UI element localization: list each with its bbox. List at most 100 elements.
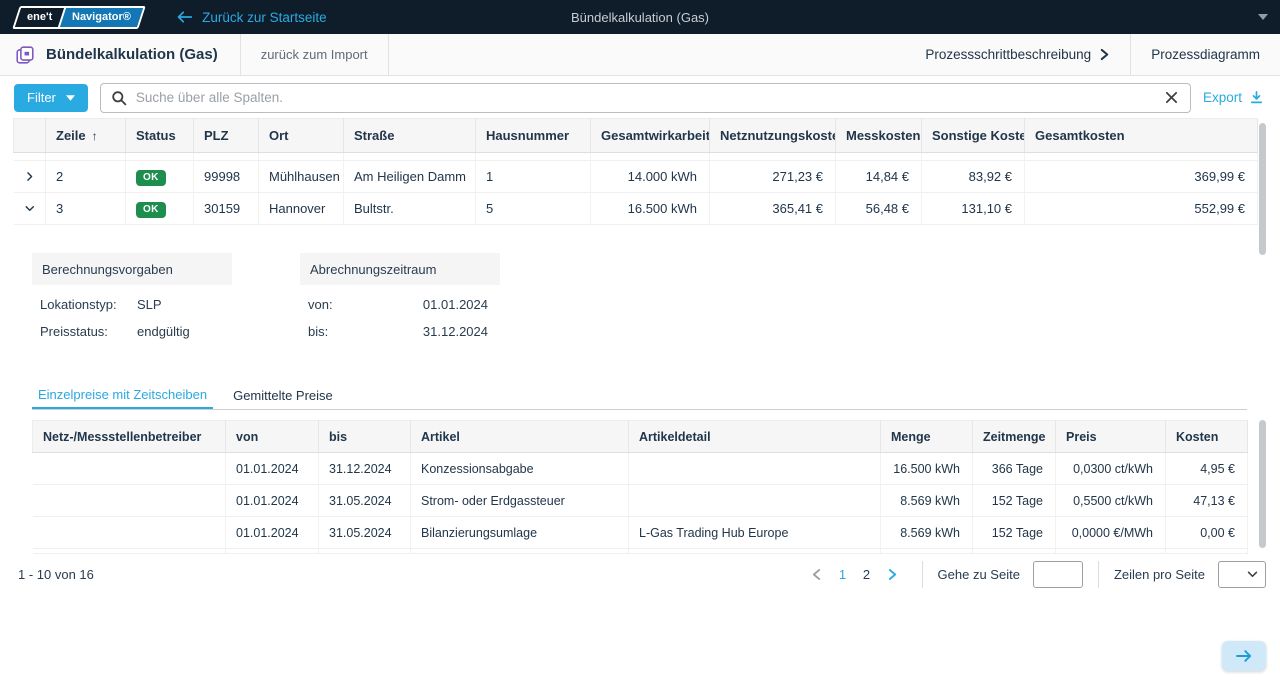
status-cell: OK xyxy=(126,161,194,193)
column-header-bis[interactable]: bis xyxy=(319,421,411,453)
artikeldetail-cell xyxy=(629,485,881,517)
price-table-header-row: Netz-/Messstellenbetreiber von bis Artik… xyxy=(33,421,1248,453)
status-badge: OK xyxy=(136,202,166,218)
price-row: 01.01.2024 31.05.2024 Strom- oder Erdgas… xyxy=(33,485,1248,517)
next-page-button[interactable] xyxy=(879,568,907,581)
detail-row: bis: 31.12.2024 xyxy=(300,318,500,345)
zeitmenge-cell: 366 Tage xyxy=(973,453,1056,485)
artikeldetail-cell xyxy=(629,453,881,485)
price-table-scrollbar[interactable] xyxy=(1259,420,1266,548)
preisstatus-label: Preisstatus: xyxy=(40,324,137,339)
column-header-von[interactable]: von xyxy=(226,421,319,453)
app-header: Bündelkalkulation (Gas) zurück zum Impor… xyxy=(0,34,1280,76)
column-header-strasse[interactable]: Straße xyxy=(344,119,476,153)
bis-value: 31.12.2024 xyxy=(423,324,488,339)
column-header-artikel[interactable]: Artikel xyxy=(411,421,629,453)
column-header-menge[interactable]: Menge xyxy=(881,421,973,453)
process-diagram-link[interactable]: Prozessdiagramm xyxy=(1131,34,1280,75)
detail-tabs: Einzelpreise mit Zeitscheiben Gemittelte… xyxy=(32,381,1247,410)
column-header-artikeldetail[interactable]: Artikeldetail xyxy=(629,421,881,453)
kosten-cell: 47,13 € xyxy=(1166,485,1248,517)
goto-page-input[interactable] xyxy=(1033,561,1083,588)
detail-row: Preisstatus: endgültig xyxy=(32,318,232,345)
page-title: Bündelkalkulation (Gas) xyxy=(46,46,218,63)
price-table: Netz-/Messstellenbetreiber von bis Artik… xyxy=(32,420,1248,554)
logo-enet: ene't xyxy=(15,8,64,27)
zeitmenge-cell: 152 Tage xyxy=(973,485,1056,517)
toolbar: Filter Export xyxy=(0,77,1280,118)
artikel-cell: Strom- oder Erdgassteuer xyxy=(411,485,629,517)
von-value: 01.01.2024 xyxy=(423,297,488,312)
back-to-start-link[interactable]: Zurück zur Startseite xyxy=(176,10,327,25)
bis-cell: 31.12.2024 xyxy=(319,453,411,485)
expander-cell xyxy=(14,161,46,193)
table-row[interactable]: 3 OK 30159 Hannover Bultstr. 5 16.500 kW… xyxy=(14,193,1258,225)
menge-cell: 8.569 kWh xyxy=(881,517,973,549)
rows-per-page-select[interactable] xyxy=(1218,561,1266,588)
page-button-1[interactable]: 1 xyxy=(831,567,855,582)
von-cell: 01.01.2024 xyxy=(226,517,319,549)
page-button-2[interactable]: 2 xyxy=(855,567,879,582)
enet-navigator-logo[interactable]: ene't Navigator® xyxy=(12,6,146,29)
detail-row: Lokationstyp: SLP xyxy=(32,291,232,318)
expander-column-header xyxy=(14,119,46,153)
column-header-plz[interactable]: PLZ xyxy=(194,119,259,153)
column-header-zeitmenge[interactable]: Zeitmenge xyxy=(973,421,1056,453)
messkosten-cell: 56,48 € xyxy=(836,193,922,225)
expander-cell xyxy=(14,193,46,225)
preis-cell: 0,0300 ct/kWh xyxy=(1056,453,1166,485)
column-header-netzbetreiber[interactable]: Netz-/Messstellenbetreiber xyxy=(33,421,226,453)
column-header-zeile[interactable]: Zeile↑ xyxy=(46,119,126,153)
plz-cell: 30159 xyxy=(194,193,259,225)
partial-row xyxy=(14,153,1258,161)
column-header-gesamtkosten[interactable]: Gesamtkosten xyxy=(1025,119,1258,153)
tab-gemittelte-preise[interactable]: Gemittelte Preise xyxy=(227,381,339,409)
column-header-status[interactable]: Status xyxy=(126,119,194,153)
sort-ascending-icon: ↑ xyxy=(92,129,98,143)
chevron-down-icon xyxy=(23,203,36,215)
column-header-sonstige-kosten[interactable]: Sonstige Kosten xyxy=(922,119,1025,153)
back-to-import-link[interactable]: zurück zum Import xyxy=(241,34,388,75)
main-table-scrollbar[interactable] xyxy=(1259,123,1266,255)
previous-page-button[interactable] xyxy=(803,568,831,581)
column-header-messkosten[interactable]: Messkosten xyxy=(836,119,922,153)
berechnungsvorgaben-panel: Berechnungsvorgaben Lokationstyp: SLP Pr… xyxy=(32,253,232,345)
results-table: Zeile↑ Status PLZ Ort Straße Hausnummer … xyxy=(13,118,1258,225)
search-input[interactable] xyxy=(136,90,1154,105)
artikel-cell: Konzessionsabgabe xyxy=(411,453,629,485)
sonstige-kosten-cell: 131,10 € xyxy=(922,193,1025,225)
collapse-row-button[interactable] xyxy=(24,202,36,215)
bis-cell: 31.05.2024 xyxy=(319,517,411,549)
tab-einzelpreise-mit-zeitscheiben[interactable]: Einzelpreise mit Zeitscheiben xyxy=(32,381,213,409)
bis-cell: 31.05.2024 xyxy=(319,485,411,517)
sonstige-kosten-cell: 83,92 € xyxy=(922,161,1025,193)
status-cell: OK xyxy=(126,193,194,225)
column-header-gesamtwirkarbeit[interactable]: Gesamtwirkarbeit xyxy=(591,119,710,153)
table-header-row: Zeile↑ Status PLZ Ort Straße Hausnummer … xyxy=(14,119,1258,153)
clear-search-button[interactable] xyxy=(1163,89,1180,106)
column-header-kosten[interactable]: Kosten xyxy=(1166,421,1248,453)
vertical-divider xyxy=(388,34,389,75)
preis-cell: 0,5500 ct/kWh xyxy=(1056,485,1166,517)
artikel-cell: Bilanzierungsumlage xyxy=(411,517,629,549)
expand-row-button[interactable] xyxy=(24,170,36,183)
table-row[interactable]: 2 OK 99998 Mühlhausen Am Heiligen Damm 1… xyxy=(14,161,1258,193)
betreiber-cell xyxy=(33,517,226,549)
panel-title: Berechnungsvorgaben xyxy=(32,253,232,285)
chevron-down-icon[interactable] xyxy=(1258,14,1268,20)
menge-cell: 16.500 kWh xyxy=(881,453,973,485)
column-header-preis[interactable]: Preis xyxy=(1056,421,1166,453)
search-icon xyxy=(111,90,127,106)
column-header-hausnummer[interactable]: Hausnummer xyxy=(476,119,591,153)
messkosten-cell: 14,84 € xyxy=(836,161,922,193)
column-header-ort[interactable]: Ort xyxy=(259,119,344,153)
next-step-button[interactable] xyxy=(1222,641,1266,671)
column-header-netznutzungskosten[interactable]: Netznutzungskosten xyxy=(710,119,836,153)
filter-button[interactable]: Filter xyxy=(14,84,88,112)
pagination-footer: 1 - 10 von 16 1 2 Gehe zu Seite Zeilen p… xyxy=(0,556,1280,592)
gesamtkosten-cell: 552,99 € xyxy=(1025,193,1258,225)
export-button[interactable]: Export xyxy=(1203,90,1264,105)
detail-row: von: 01.01.2024 xyxy=(300,291,500,318)
export-download-icon xyxy=(1249,90,1264,105)
process-step-description-link[interactable]: Prozessschrittbeschreibung xyxy=(905,34,1130,75)
